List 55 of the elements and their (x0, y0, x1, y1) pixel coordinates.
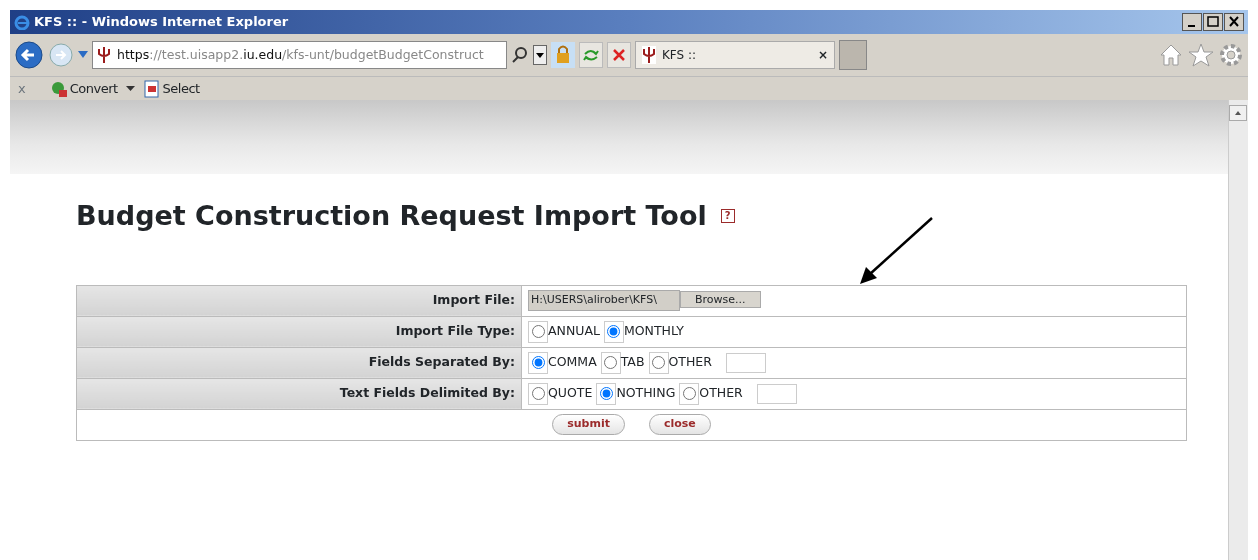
tab-close-button[interactable]: × (817, 46, 828, 64)
other-input-field[interactable] (725, 352, 766, 373)
settings-icon[interactable] (1218, 42, 1244, 68)
close-icon[interactable] (1224, 13, 1244, 31)
browser-logo-icon (14, 14, 30, 30)
toolbar-button[interactable]: Convert (69, 78, 118, 99)
option-label: OTHER (699, 385, 743, 401)
page-select-icon (142, 79, 161, 98)
radio-button[interactable] (599, 387, 613, 400)
field-label: Import File: (76, 285, 522, 316)
option-label: MONTHLY (623, 323, 684, 339)
radio-button[interactable] (531, 356, 545, 369)
radio-button[interactable] (604, 356, 618, 369)
search-icon[interactable] (511, 46, 529, 64)
field-label: Text Fields Delimited By: (76, 378, 522, 409)
star-icon[interactable] (1188, 42, 1214, 68)
trident-icon (97, 46, 111, 64)
forward-icon[interactable] (48, 42, 74, 68)
browser-tab[interactable]: KFS :: × (635, 41, 835, 69)
page-heading: Budget Construction Request Import Tool (76, 199, 707, 233)
dropdown-icon[interactable] (533, 45, 547, 65)
url-text: https://test.uisapp2.iu.edu/kfs-unt/budgetBudgetConstruct (117, 45, 484, 64)
caret-icon[interactable] (125, 85, 135, 92)
help-button[interactable]: ? (720, 209, 735, 224)
trident-icon (642, 46, 656, 64)
radio-button[interactable] (531, 387, 545, 400)
radio-button[interactable] (607, 325, 621, 338)
option-label: QUOTE (548, 385, 593, 401)
stop-icon[interactable] (607, 42, 631, 68)
scroll-up-icon[interactable] (1229, 104, 1247, 121)
option-label: TAB (620, 354, 645, 370)
home-icon[interactable] (1158, 42, 1184, 68)
back-icon[interactable] (14, 40, 44, 70)
option-label: ANNUAL (548, 323, 600, 339)
globe-icon (49, 79, 68, 98)
browse-button[interactable]: Browse... (680, 291, 761, 309)
refresh-icon[interactable] (579, 42, 603, 68)
radio-button[interactable] (652, 356, 665, 369)
address-field[interactable]: https://test.uisapp2.iu.edu/kfs-unt/budgetBudgetConstruct (92, 41, 507, 69)
option-label: COMMA (548, 354, 597, 370)
radio-button[interactable] (682, 387, 696, 400)
other-input-field[interactable] (756, 383, 797, 404)
radio-button[interactable] (531, 325, 545, 338)
option-label: NOTHING (616, 385, 676, 401)
field-label: Import File Type: (76, 316, 522, 347)
tab-title: KFS :: (662, 47, 698, 64)
maximize-icon[interactable] (1203, 13, 1223, 31)
minimize-icon[interactable] (1182, 13, 1202, 31)
field-label: Fields Separated By: (76, 347, 522, 378)
window-title: KFS :: - Windows Internet Explorer (34, 13, 289, 32)
file-path-field[interactable]: H:\USERS\alirober\KFS\ (528, 290, 680, 311)
option-label: OTHER (668, 354, 712, 370)
form-button[interactable]: close (648, 414, 711, 435)
toolbar-button[interactable]: Select (162, 78, 200, 99)
form-button[interactable]: submit (552, 414, 625, 435)
